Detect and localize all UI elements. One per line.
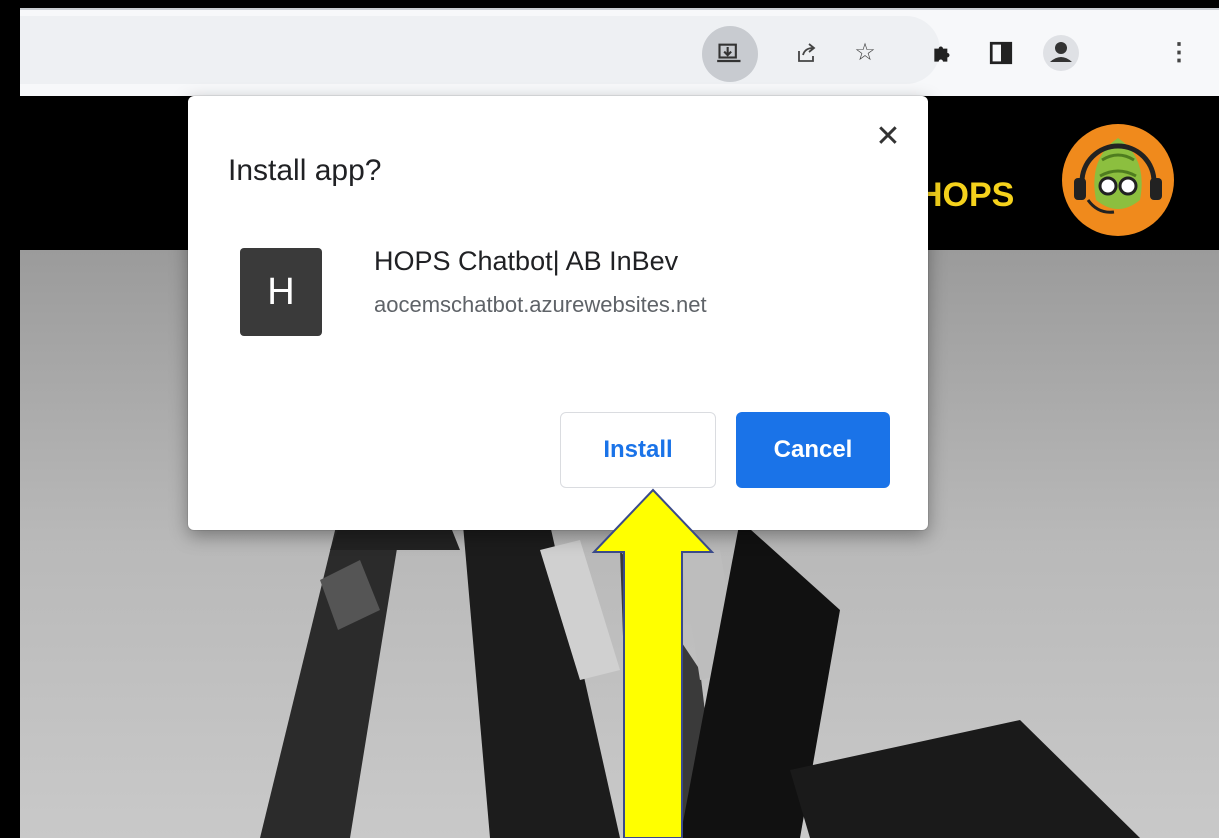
side-panel-icon-glyph <box>989 41 1013 65</box>
side-panel-icon[interactable] <box>982 34 1020 72</box>
annotation-arrow-icon <box>591 488 715 838</box>
site-brand: HOPS <box>918 176 1015 214</box>
install-app-icon[interactable] <box>702 26 758 82</box>
app-url: aocemschatbot.azurewebsites.net <box>374 292 707 317</box>
profile-icon[interactable] <box>1042 34 1080 72</box>
close-icon[interactable]: ✕ <box>868 116 908 156</box>
bookmark-star-icon[interactable]: ☆ <box>846 34 884 72</box>
app-icon: H <box>240 248 322 336</box>
more-menu-icon[interactable]: ⋮ <box>1160 34 1198 72</box>
window-frame-left <box>0 0 20 838</box>
window-frame-top <box>0 0 1219 8</box>
share-icon-glyph <box>798 43 816 62</box>
hops-mascot-logo[interactable] <box>1058 120 1178 240</box>
install-button[interactable]: Install <box>560 412 716 488</box>
share-icon[interactable] <box>788 34 826 72</box>
install-app-dialog: Install app? ✕ H HOPS Chatbot| AB InBev … <box>188 96 928 530</box>
extensions-icon[interactable] <box>924 34 962 72</box>
profile-icon-glyph <box>1043 35 1079 71</box>
browser-toolbar: ☆ ⋮ <box>20 8 1219 96</box>
app-name: HOPS Chatbot| AB InBev <box>374 246 679 276</box>
extensions-icon-glyph <box>934 46 950 62</box>
dialog-title: Install app? <box>228 154 382 187</box>
cancel-button[interactable]: Cancel <box>736 412 890 488</box>
install-app-icon-glyph <box>717 43 741 63</box>
